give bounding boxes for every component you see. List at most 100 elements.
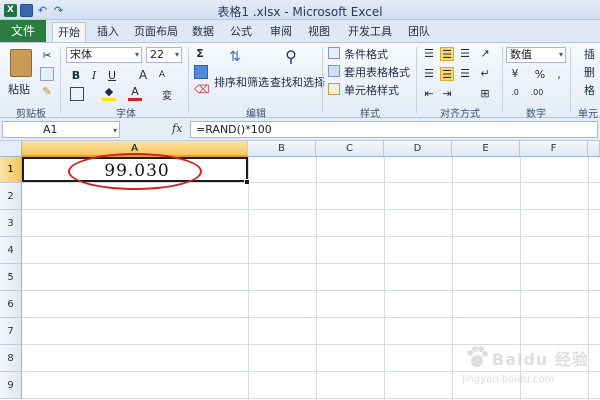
column-header-e[interactable]: E: [452, 141, 520, 157]
underline-button[interactable]: U: [106, 69, 118, 82]
tab-page-layout[interactable]: 页面布局: [130, 22, 182, 42]
orientation-icon[interactable]: ↗: [478, 47, 492, 61]
format-cells-button[interactable]: 格: [584, 82, 595, 98]
fill-icon[interactable]: [194, 65, 208, 79]
cell-styles-icon: [328, 83, 340, 95]
formula-input[interactable]: =RAND()*100: [190, 121, 598, 138]
insert-cells-button[interactable]: 插: [584, 46, 595, 62]
align-top-icon[interactable]: ☰: [422, 47, 436, 61]
decrease-decimal-icon[interactable]: .00: [530, 87, 544, 101]
table-format-icon: [328, 65, 340, 77]
gridline: [384, 157, 385, 400]
gridline: [248, 157, 249, 400]
delete-cells-button[interactable]: 删: [584, 64, 595, 80]
window-title: 表格1 .xlsx - Microsoft Excel: [217, 5, 383, 19]
merge-center-icon[interactable]: ⊞: [478, 87, 492, 101]
insert-function-icon[interactable]: fx: [172, 122, 182, 135]
tab-developer[interactable]: 开发工具: [344, 22, 396, 42]
tab-insert[interactable]: 插入: [92, 22, 124, 42]
align-middle-icon[interactable]: ☰: [440, 47, 454, 61]
row-header-2[interactable]: 2: [0, 183, 22, 210]
row-header-7[interactable]: 7: [0, 318, 22, 345]
formula-text: =RAND()*100: [196, 123, 272, 136]
number-format-select[interactable]: 数值 ▾: [506, 47, 566, 63]
column-header-d[interactable]: D: [384, 141, 452, 157]
shrink-font-button[interactable]: A: [156, 70, 168, 80]
sort-filter-button[interactable]: 排序和筛选: [214, 74, 269, 90]
decrease-indent-icon[interactable]: ⇤: [422, 87, 436, 101]
find-select-icon[interactable]: ⚲: [280, 47, 302, 69]
border-icon[interactable]: [70, 87, 84, 101]
row-header-1[interactable]: 1: [0, 157, 22, 183]
gridline: [452, 157, 453, 400]
ribbon: 粘贴 ✂ ✎ 剪贴板 宋体 ▾ 22 ▾ B I U A A ◆ A 変 字体 Σ …: [0, 42, 600, 120]
increase-indent-icon[interactable]: ⇥: [440, 87, 454, 101]
name-box[interactable]: A1 ▾: [2, 121, 120, 138]
conditional-format-button[interactable]: 条件格式: [344, 46, 388, 62]
watermark: Baidu 经验 jingyan.baidu.com: [462, 342, 592, 392]
font-size-select[interactable]: 22 ▾: [146, 47, 182, 63]
align-right-icon[interactable]: ☰: [458, 67, 472, 81]
chevron-down-icon: ▾: [174, 50, 179, 59]
column-header-g[interactable]: [588, 141, 600, 157]
number-format-value: 数值: [510, 48, 532, 61]
clear-icon[interactable]: ⌫: [194, 83, 210, 97]
paste-icon[interactable]: [10, 49, 32, 77]
separator: [322, 47, 323, 113]
cell-styles-button[interactable]: 单元格样式: [344, 82, 399, 98]
gridline: [316, 157, 317, 400]
row-header-8[interactable]: 8: [0, 345, 22, 372]
row-header-9[interactable]: 9: [0, 372, 22, 399]
align-left-icon[interactable]: ☰: [422, 67, 436, 81]
autosum-icon[interactable]: Σ: [194, 47, 206, 60]
table-format-button[interactable]: 套用表格格式: [344, 64, 410, 80]
phonetic-icon[interactable]: 変: [160, 87, 174, 102]
font-family-value: 宋体: [70, 48, 92, 61]
gridline: [22, 317, 600, 318]
copy-icon[interactable]: [40, 67, 54, 81]
row-header-4[interactable]: 4: [0, 237, 22, 264]
italic-button[interactable]: I: [88, 69, 100, 82]
tab-data[interactable]: 数据: [188, 22, 218, 42]
format-painter-icon[interactable]: ✎: [40, 85, 54, 99]
comma-button[interactable]: ,: [554, 68, 564, 81]
gridline: [22, 236, 600, 237]
font-color-icon[interactable]: A: [128, 85, 142, 101]
watermark-text: Baidu 经验: [492, 350, 589, 369]
align-bottom-icon[interactable]: ☰: [458, 47, 472, 61]
tab-home[interactable]: 开始: [52, 22, 86, 42]
chevron-down-icon[interactable]: ▾: [113, 123, 117, 138]
separator: [60, 47, 61, 113]
tab-view[interactable]: 视图: [304, 22, 334, 42]
fill-color-icon[interactable]: ◆: [102, 85, 116, 101]
wrap-text-icon[interactable]: ↵: [478, 67, 492, 81]
row-header-5[interactable]: 5: [0, 264, 22, 291]
bold-button[interactable]: B: [70, 69, 82, 82]
column-header-b[interactable]: B: [248, 141, 316, 157]
currency-icon[interactable]: ¥: [508, 67, 522, 81]
name-box-value: A1: [43, 123, 58, 136]
percent-button[interactable]: %: [534, 68, 546, 81]
font-family-select[interactable]: 宋体 ▾: [66, 47, 142, 63]
select-all-corner[interactable]: [0, 141, 22, 157]
separator: [416, 47, 417, 113]
increase-decimal-icon[interactable]: .0: [508, 87, 522, 101]
cut-icon[interactable]: ✂: [40, 49, 54, 63]
sort-filter-icon[interactable]: ⇅: [224, 47, 246, 69]
formula-bar: A1 ▾ fx =RAND()*100: [0, 118, 600, 141]
separator: [502, 47, 503, 113]
grow-font-button[interactable]: A: [136, 68, 150, 82]
align-center-icon[interactable]: ☰: [440, 67, 454, 81]
ribbon-tab-bar: 文件 开始 插入 页面布局 数据 公式 审阅 视图 开发工具 团队: [0, 20, 600, 42]
tab-team[interactable]: 团队: [404, 22, 434, 42]
find-select-button[interactable]: 查找和选择: [270, 74, 325, 90]
row-header-3[interactable]: 3: [0, 210, 22, 237]
paste-label[interactable]: 粘贴: [8, 81, 30, 97]
tab-file[interactable]: 文件: [0, 20, 46, 42]
tab-review[interactable]: 审阅: [266, 22, 296, 42]
row-header-6[interactable]: 6: [0, 291, 22, 318]
tab-formulas[interactable]: 公式: [226, 22, 256, 42]
fill-handle[interactable]: [244, 179, 250, 185]
column-header-f[interactable]: F: [520, 141, 588, 157]
column-header-c[interactable]: C: [316, 141, 384, 157]
